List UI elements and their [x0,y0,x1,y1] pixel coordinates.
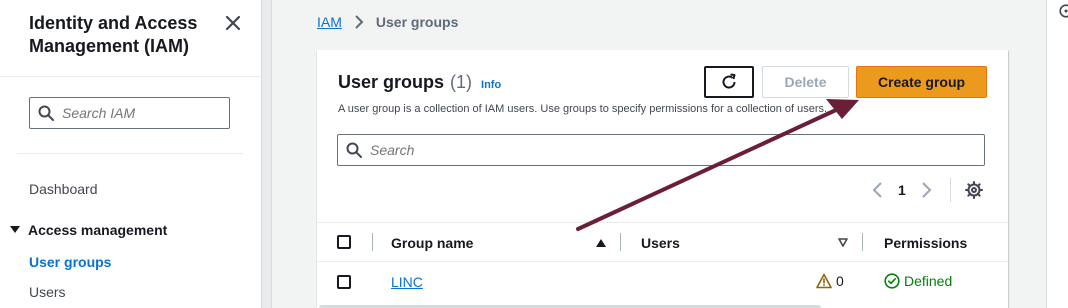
sidebar-item-user-groups[interactable]: User groups [29,254,111,270]
permissions-cell: Defined [884,273,952,289]
column-header-permissions[interactable]: Permissions [884,235,967,251]
breadcrumb-current: User groups [375,14,459,30]
help-panel-rail [1046,0,1068,308]
panel-title-text: User groups [338,72,445,92]
select-all-checkbox[interactable] [337,235,351,249]
column-header-users[interactable]: Users [641,235,680,251]
sidebar-divider [0,76,262,77]
table-search-input[interactable] [370,142,930,158]
sidebar-item-dashboard[interactable]: Dashboard [29,181,98,197]
chevron-left-icon[interactable] [870,180,886,200]
pagination-divider [950,178,951,202]
page-number[interactable]: 1 [898,182,906,198]
table-row: LINC 0 Defined [317,262,1008,302]
help-icon[interactable] [1059,4,1068,18]
table-search-field[interactable] [337,134,985,166]
refresh-button[interactable] [704,66,754,98]
sort-down-icon[interactable] [838,238,848,248]
sidebar-section-access-management[interactable]: Access management [10,222,167,238]
sidebar: Identity and Access Management (IAM) Das… [0,0,262,308]
refresh-icon [722,73,736,89]
sidebar-divider [17,153,243,154]
pagination: 1 [870,180,934,200]
user-groups-panel: User groups (1) Info A user group is a c… [317,50,1008,308]
close-icon[interactable] [223,13,243,33]
column-header-group-name[interactable]: Group name [391,235,473,251]
breadcrumb-iam-link[interactable]: IAM [317,14,342,30]
table-header: Group name Users Permissions [317,222,1008,262]
column-separator [372,233,373,251]
users-count: 0 [836,273,844,289]
delete-button[interactable]: Delete [762,66,849,98]
search-icon [346,142,362,158]
gear-icon[interactable] [965,181,983,199]
page-title: User groups (1) Info [338,72,501,93]
chevron-right-icon[interactable] [918,180,934,200]
column-separator [862,233,863,251]
sidebar-section-label: Access management [28,222,168,238]
search-icon [38,105,54,121]
column-separator [620,233,621,251]
info-link[interactable]: Info [481,79,501,91]
users-cell: 0 [816,273,844,289]
sidebar-resize-handle[interactable] [262,0,272,308]
sort-up-icon[interactable] [596,238,606,248]
panel-description: A user group is a collection of IAM user… [338,103,828,115]
breadcrumb: IAM User groups [317,14,458,30]
caret-down-icon [10,226,20,233]
chevron-right-icon [355,15,364,29]
sidebar-item-users[interactable]: Users [29,284,66,300]
group-name-link[interactable]: LINC [391,274,423,290]
warning-icon [816,273,832,289]
create-group-button[interactable]: Create group [856,66,987,98]
group-count: (1) [450,72,473,92]
permissions-status: Defined [904,273,953,289]
sidebar-title: Identity and Access Management (IAM) [29,13,198,56]
sidebar-search-field[interactable] [29,97,230,129]
sidebar-search-input[interactable] [62,105,212,121]
row-checkbox[interactable] [337,275,351,289]
check-circle-icon [884,273,900,289]
